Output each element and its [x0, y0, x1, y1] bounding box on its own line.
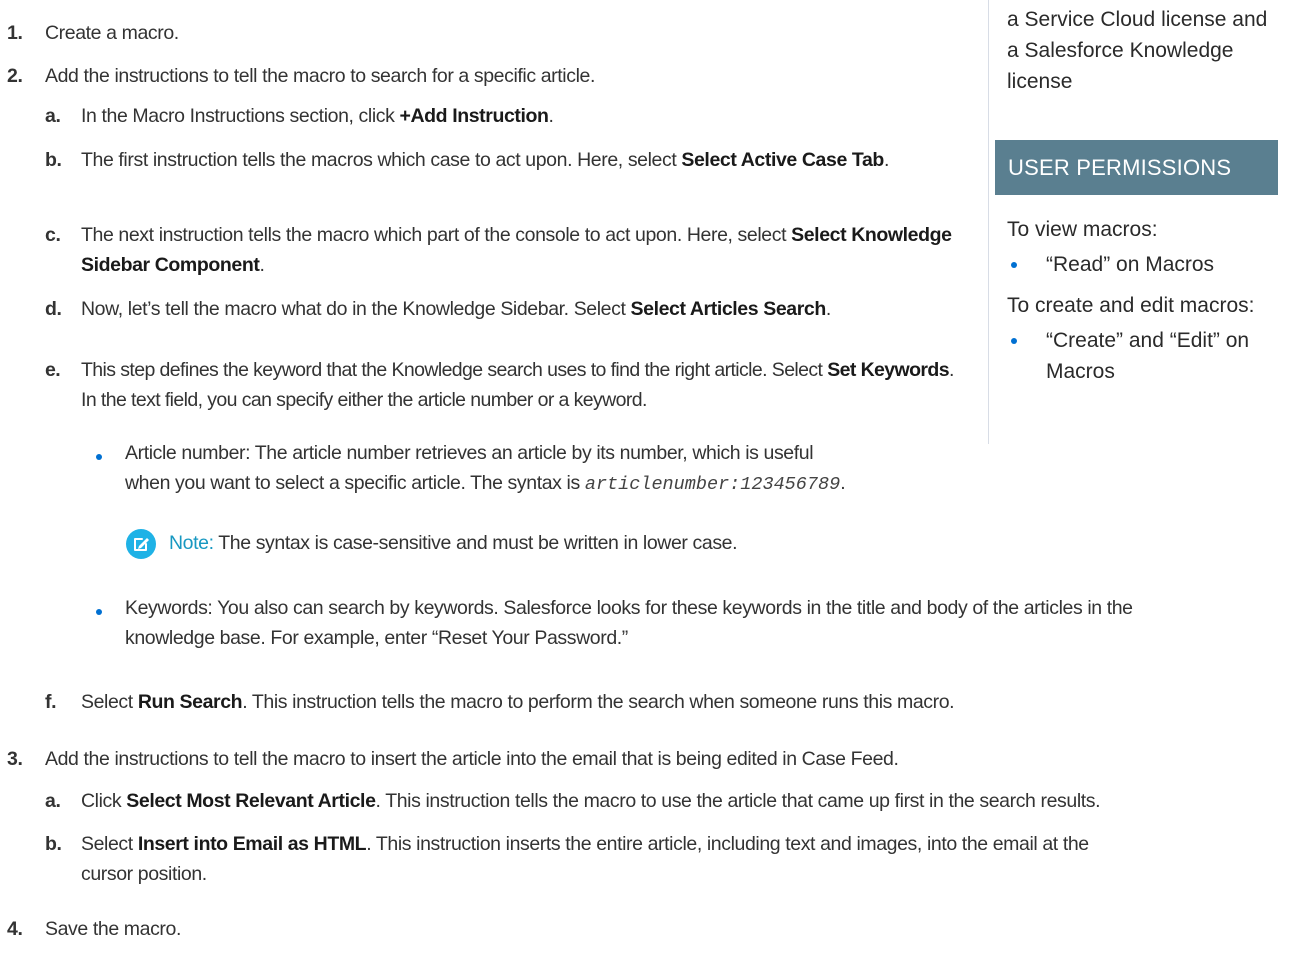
edit-note-icon — [126, 529, 156, 559]
bullet-text: knowledge base. For example, enter “Rese… — [125, 627, 628, 649]
bullet-keywords: Keywords: You also can search by keyword… — [125, 593, 1300, 653]
license-requirement: a Service Cloud license and a Salesforce… — [1007, 8, 1268, 93]
bullet-text: when you want to select a specific artic… — [125, 472, 846, 495]
substep-letter: e. — [45, 359, 61, 381]
ui-label: Select Active Case Tab — [681, 149, 884, 171]
substep-text: cursor position. — [81, 863, 207, 885]
note-text: The syntax is case-sensitive and must be… — [213, 532, 738, 554]
step-text: Add the instructions to tell the macro t… — [45, 65, 595, 87]
substep-3a: a. Click Select Most Relevant Article. T… — [45, 786, 1300, 816]
substep-f: f. Select Run Search. This instruction t… — [45, 687, 1295, 717]
substep-letter: a. — [45, 790, 61, 812]
step-4: 4. Save the macro. — [7, 914, 181, 944]
substep-letter: f. — [45, 691, 57, 713]
substep-text: This step defines the keyword that the K… — [81, 359, 954, 411]
substep-a: a. In the Macro Instructions section, cl… — [45, 101, 965, 131]
ui-label: Set Keywords — [827, 359, 949, 381]
ui-label: +Add Instruction — [399, 105, 549, 127]
create-macros-label: To create and edit macros: — [1007, 294, 1255, 317]
ui-label: Select Articles Search — [630, 298, 827, 320]
bullet-icon — [1011, 338, 1017, 344]
ui-label: Run Search — [137, 691, 243, 713]
step-2: 2. Add the instructions to tell the macr… — [7, 61, 595, 91]
step-number: 2. — [7, 65, 23, 87]
step-number: 4. — [7, 918, 23, 940]
substep-letter: d. — [45, 298, 62, 320]
bullet-icon — [96, 609, 102, 615]
substep-text: Select Run Search. This instruction tell… — [81, 691, 955, 713]
substep-b: b. The first instruction tells the macro… — [45, 145, 965, 175]
view-macros-permission: “Read” on Macros — [1046, 253, 1215, 276]
step-number: 1. — [7, 22, 23, 44]
user-permissions-heading: USER PERMISSIONS — [995, 140, 1278, 195]
create-macros-permission: “Create” and “Edit” on Macros — [1046, 329, 1250, 383]
bullet-icon — [96, 454, 102, 460]
substep-e: e. This step defines the keyword that th… — [45, 355, 965, 415]
substep-text: Select Insert into Email as HTML. This i… — [81, 833, 1089, 855]
bullet-article-number: Article number: The article number retri… — [125, 438, 1295, 500]
bullet-text: Keywords: You also can search by keyword… — [125, 597, 1133, 619]
note-label: Note: — [169, 532, 214, 554]
step-text: Create a macro. — [45, 22, 179, 44]
step-number: 3. — [7, 748, 23, 770]
ui-label: Insert into Email as HTML — [137, 833, 367, 855]
step-3: 3. Add the instructions to tell the macr… — [7, 744, 1297, 774]
note: Note: The syntax is case-sensitive and m… — [169, 528, 1269, 558]
substep-text: In the Macro Instructions section, click… — [81, 105, 554, 127]
substep-letter: b. — [45, 149, 62, 171]
ui-label: Select Most Relevant Article — [126, 790, 376, 812]
substep-letter: a. — [45, 105, 61, 127]
substep-letter: c. — [45, 224, 61, 246]
substep-text: The next instruction tells the macro whi… — [81, 224, 952, 276]
step-text: Save the macro. — [45, 918, 181, 940]
substep-d: d. Now, let’s tell the macro what do in … — [45, 294, 985, 324]
requirements-sidebar: a Service Cloud license and a Salesforce… — [988, 0, 1304, 444]
substep-text: The first instruction tells the macros w… — [81, 149, 889, 171]
substep-3b: b. Select Insert into Email as HTML. Thi… — [45, 829, 1300, 889]
substep-text: Click Select Most Relevant Article. This… — [81, 790, 1101, 812]
substep-c: c. The next instruction tells the macro … — [45, 220, 965, 280]
step-1: 1. Create a macro. — [7, 18, 179, 48]
substep-letter: b. — [45, 833, 62, 855]
substep-text: Now, let’s tell the macro what do in the… — [81, 298, 831, 320]
step-text: Add the instructions to tell the macro t… — [45, 748, 899, 770]
view-macros-label: To view macros: — [1007, 218, 1158, 241]
syntax-code: articlenumber:123456789 — [584, 474, 841, 495]
bullet-icon — [1011, 262, 1017, 268]
